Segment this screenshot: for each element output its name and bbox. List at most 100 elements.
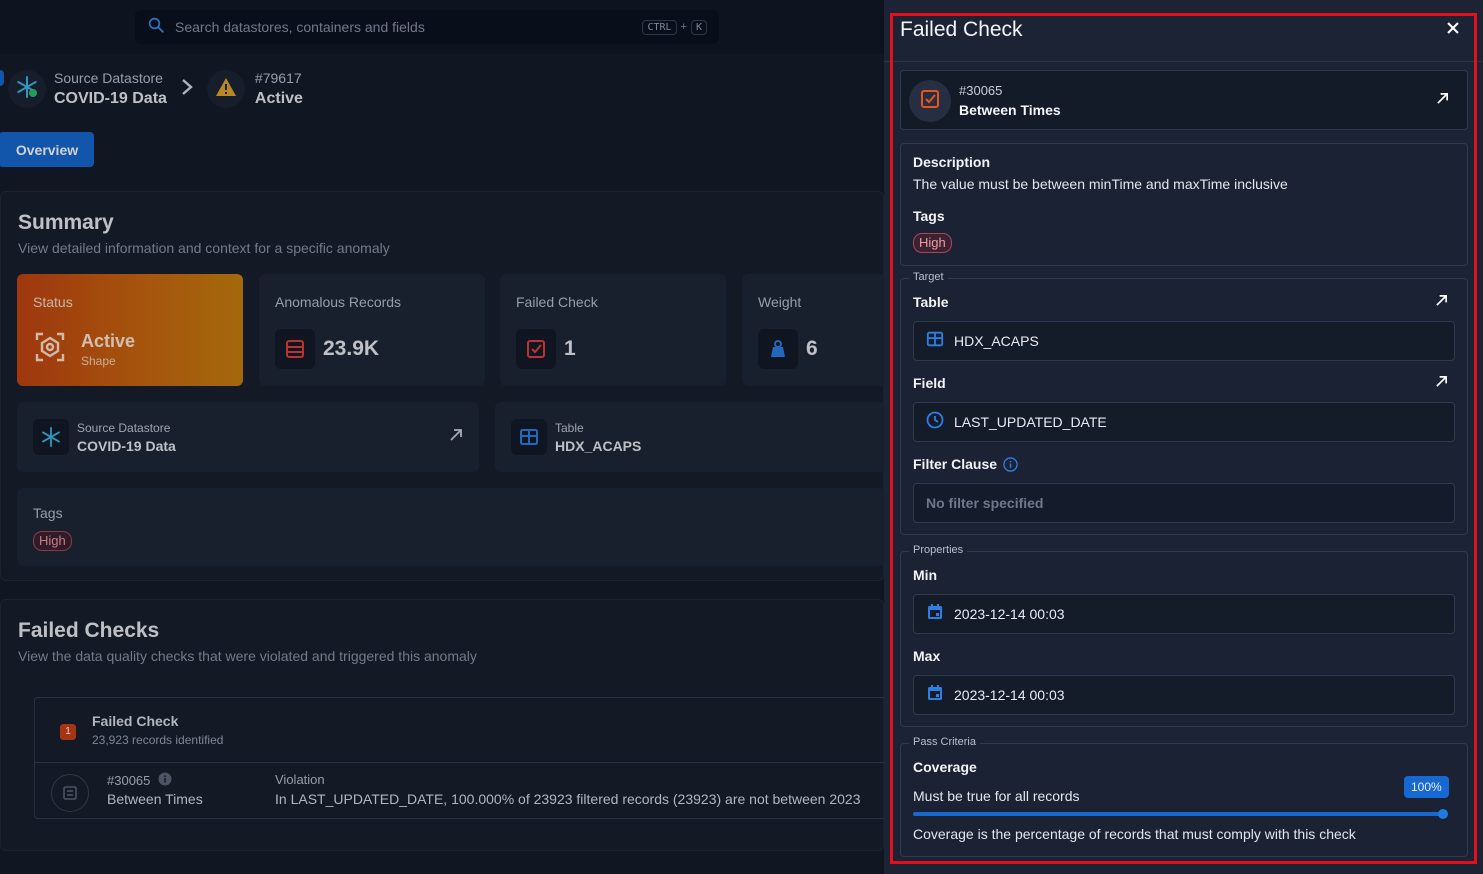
open-table-button[interactable] — [1432, 293, 1450, 311]
description-text: The value must be between minTime and ma… — [913, 176, 1288, 192]
shortcut-ctrl: CTRL — [642, 19, 677, 35]
table-value: HDX_ACAPS — [954, 333, 1039, 349]
table-icon — [511, 419, 547, 455]
source-datastore-name: COVID-19 Data — [77, 437, 176, 454]
source-datastore-label: Source Datastore — [77, 420, 171, 435]
weight-value: 6 — [806, 337, 818, 360]
warning-icon — [215, 77, 237, 102]
description-label: Description — [913, 154, 991, 170]
tab-overview[interactable]: Overview — [0, 132, 94, 167]
table-name: HDX_ACAPS — [555, 437, 642, 454]
snowflake-icon — [33, 419, 69, 455]
chevron-right-icon — [181, 78, 193, 101]
snowflake-icon — [15, 75, 39, 104]
coverage-slider-track — [913, 812, 1443, 816]
external-link-icon — [1436, 92, 1449, 108]
calendar-icon — [926, 684, 944, 707]
summary-subtitle: View detailed information and context fo… — [18, 240, 390, 256]
check-name: Between Times — [959, 102, 1061, 118]
status-label: Status — [33, 294, 73, 310]
datastore-avatar — [8, 70, 46, 108]
search-icon — [147, 16, 165, 39]
external-link-icon — [1435, 294, 1448, 310]
status-stat: Status Active Shape — [17, 274, 243, 386]
filter-clause-label: Filter Clause — [913, 456, 998, 472]
max-field: 2023-12-14 00:03 — [913, 675, 1455, 715]
info-icon[interactable] — [158, 772, 172, 789]
breadcrumb-datastore-name[interactable]: COVID-19 Data — [54, 90, 167, 108]
top-bar: Search datastores, containers and fields… — [0, 0, 884, 54]
min-label: Min — [913, 567, 938, 583]
coverage-help: Coverage is the percentage of records th… — [913, 826, 1356, 842]
failed-checks-header-sub: 23,923 records identified — [92, 733, 224, 747]
pass-criteria-legend: Pass Criteria — [909, 736, 980, 748]
search-placeholder: Search datastores, containers and fields — [175, 19, 425, 35]
field-value: LAST_UPDATED_DATE — [954, 414, 1107, 430]
table-field: HDX_ACAPS — [913, 321, 1455, 361]
filter-clause-input: No filter specified — [913, 483, 1455, 523]
filter-clause-placeholder: No filter specified — [926, 495, 1044, 511]
failed-checks-card: Failed Checks View the data quality chec… — [0, 599, 884, 851]
external-link-icon — [1435, 375, 1448, 391]
shape-icon — [33, 330, 67, 369]
records-icon — [275, 329, 315, 369]
check-row-icon — [51, 774, 89, 812]
max-value: 2023-12-14 00:03 — [954, 687, 1065, 703]
field-field: LAST_UPDATED_DATE — [913, 402, 1455, 442]
weight-stat: Weight 6 — [742, 274, 884, 386]
failed-checks-subtitle: View the data quality checks that were v… — [18, 648, 477, 664]
failed-count-badge: 1 — [60, 724, 76, 740]
field-label: Field — [913, 375, 946, 391]
search-input[interactable]: Search datastores, containers and fields… — [135, 10, 719, 44]
filter-clause-heading: Filter Clause — [913, 456, 1018, 472]
close-button[interactable] — [1442, 18, 1464, 40]
min-field: 2023-12-14 00:03 — [913, 594, 1455, 634]
target-legend: Target — [909, 271, 948, 283]
coverage-text: Must be true for all records — [913, 788, 1080, 804]
table-label: Table — [555, 420, 584, 435]
shortcut-plus: + — [680, 21, 687, 33]
tag-high[interactable]: High — [913, 233, 952, 253]
anomalous-records-label: Anomalous Records — [275, 294, 402, 310]
max-label: Max — [913, 648, 941, 664]
check-icon — [920, 89, 940, 114]
failed-check-stat: Failed Check 1 — [500, 274, 726, 386]
properties-legend: Properties — [909, 544, 968, 556]
weight-icon — [758, 329, 798, 369]
drawer-divider — [884, 61, 1483, 62]
tags-label: Tags — [33, 505, 63, 521]
breadcrumb: Source Datastore COVID-19 Data #79617 Ac… — [8, 70, 303, 108]
failed-checks-title: Failed Checks — [18, 619, 160, 642]
tag-high[interactable]: High — [33, 531, 72, 551]
min-value: 2023-12-14 00:03 — [954, 606, 1065, 622]
tags-card: Tags High — [17, 488, 884, 566]
check-row-name: Between Times — [107, 791, 203, 807]
table-card[interactable]: Table HDX_ACAPS — [495, 402, 884, 472]
target-section: Target Table HDX_ACAPS Field LAST_UPDATE… — [900, 271, 1468, 535]
check-id: #30065 — [959, 83, 1003, 98]
open-field-button[interactable] — [1432, 374, 1450, 392]
coverage-slider-handle[interactable] — [1438, 809, 1448, 819]
failed-check-label: Failed Check — [516, 294, 598, 310]
failed-checks-header: 1 Failed Check 23,923 records identified — [35, 698, 884, 763]
failed-checks-header-title: Failed Check — [92, 713, 179, 729]
drawer-title: Failed Check — [900, 18, 1023, 41]
violation-text: In LAST_UPDATED_DATE, 100.000% of 23923 … — [275, 791, 861, 807]
external-link-icon[interactable] — [449, 428, 463, 447]
check-header[interactable]: #30065 Between Times — [900, 70, 1468, 130]
open-check-button[interactable] — [1433, 91, 1451, 109]
pass-criteria-section: Pass Criteria Coverage Must be true for … — [900, 736, 1468, 857]
breadcrumb-anomaly-id: #79617 — [254, 70, 302, 86]
info-icon[interactable] — [1003, 456, 1018, 472]
anomaly-page: Search datastores, containers and fields… — [0, 0, 884, 874]
source-datastore-card[interactable]: Source Datastore COVID-19 Data — [17, 402, 479, 472]
check-avatar — [909, 80, 951, 122]
table-row[interactable]: #30065 — [107, 772, 172, 789]
summary-card: Summary View detailed information and co… — [0, 191, 884, 581]
table-label: Table — [913, 294, 949, 310]
breadcrumb-datastore-label: Source Datastore — [54, 70, 163, 86]
tags-label: Tags — [913, 208, 945, 224]
sidebar-indicator — [0, 70, 4, 86]
anomalous-records-value: 23.9K — [323, 337, 380, 360]
check-icon — [516, 329, 556, 369]
